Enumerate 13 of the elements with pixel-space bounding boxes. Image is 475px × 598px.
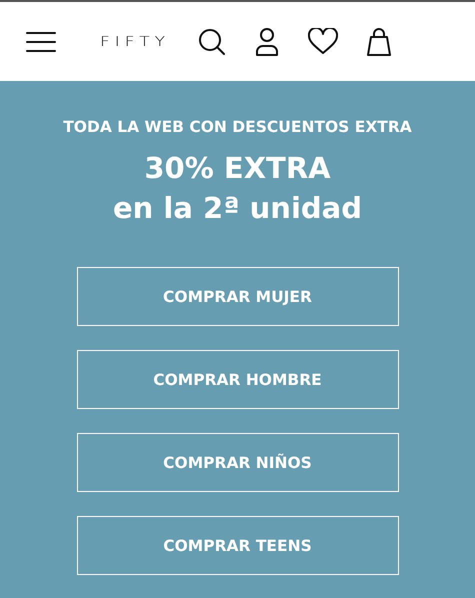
logo[interactable]: FIFTY xyxy=(100,34,170,50)
promo-subtitle: TODA LA WEB CON DESCUENTOS EXTRA xyxy=(63,118,412,136)
promo-headline: 30% EXTRA xyxy=(143,150,332,187)
shop-button[interactable]: COMPRAR TEENS xyxy=(76,516,398,575)
promo-headline: en la 2ª unidad xyxy=(113,190,362,227)
user-icon[interactable] xyxy=(254,28,280,56)
shop-button[interactable]: COMPRAR HOMBRE xyxy=(76,350,398,409)
shop-button[interactable]: COMPRAR MUJER xyxy=(76,267,398,326)
heart-icon[interactable] xyxy=(308,28,338,55)
bag-icon[interactable] xyxy=(366,26,392,56)
shop-button[interactable]: COMPRAR NIÑOS xyxy=(76,433,398,492)
search-icon[interactable] xyxy=(198,28,226,56)
menu-icon[interactable] xyxy=(26,30,56,52)
